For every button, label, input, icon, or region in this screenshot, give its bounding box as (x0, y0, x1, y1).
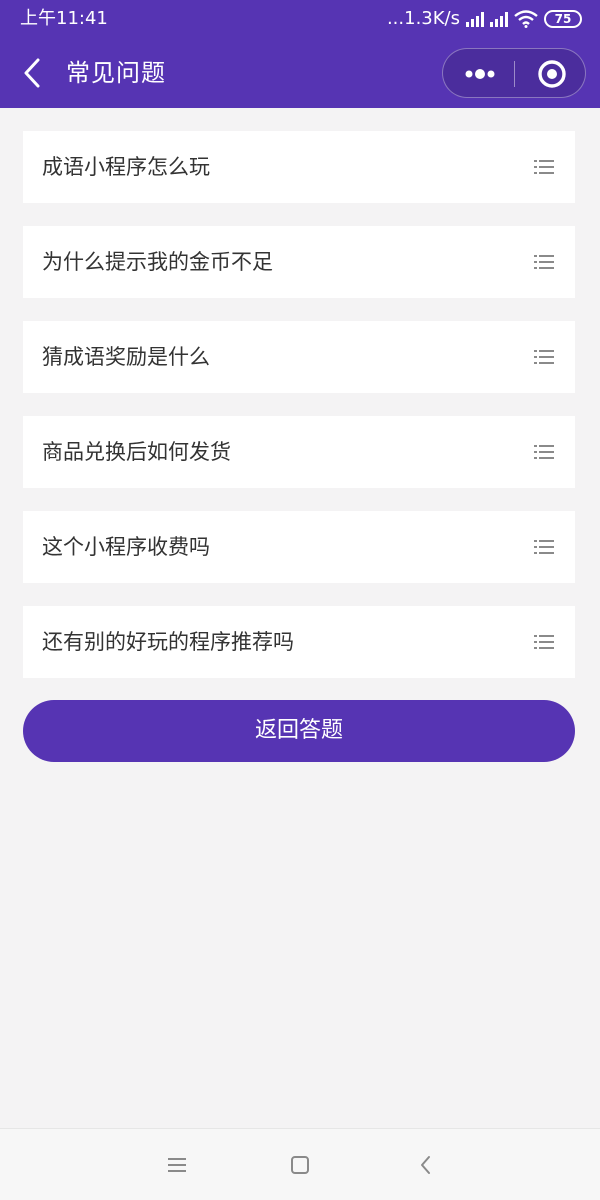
return-to-quiz-button[interactable]: 返回答题 (23, 700, 575, 762)
status-time: 上午11:41 (20, 8, 108, 29)
faq-question: 还有别的好玩的程序推荐吗 (42, 630, 294, 654)
status-bar-right: ...1.3K/s 75 (387, 8, 582, 30)
faq-item[interactable]: 成语小程序怎么玩 (23, 131, 575, 203)
back-icon[interactable] (412, 1151, 440, 1179)
faq-item[interactable]: 这个小程序收费吗 (23, 511, 575, 583)
back-icon[interactable] (18, 56, 48, 90)
faq-item[interactable]: 猜成语奖励是什么 (23, 321, 575, 393)
faq-item[interactable]: 还有别的好玩的程序推荐吗 (23, 606, 575, 678)
faq-question: 猜成语奖励是什么 (42, 345, 210, 369)
system-navigation-bar (0, 1128, 600, 1200)
list-icon (534, 445, 554, 459)
page-title: 常见问题 (66, 59, 166, 87)
faq-question: 成语小程序怎么玩 (42, 155, 210, 179)
mini-program-capsule (442, 48, 586, 98)
list-icon (534, 160, 554, 174)
list-icon (534, 350, 554, 364)
battery-indicator: 75 (544, 10, 582, 28)
list-icon (534, 540, 554, 554)
faq-item[interactable]: 为什么提示我的金币不足 (23, 226, 575, 298)
signal-icon (490, 11, 508, 27)
home-icon[interactable] (286, 1151, 314, 1179)
faq-question: 这个小程序收费吗 (42, 535, 210, 559)
faq-question: 商品兑换后如何发货 (42, 440, 231, 464)
faq-question: 为什么提示我的金币不足 (42, 250, 273, 274)
network-speed: ...1.3K/s (386, 8, 460, 29)
list-icon (534, 255, 554, 269)
wifi-icon (514, 10, 538, 28)
more-dots-icon[interactable] (455, 49, 505, 99)
title-bar: 上午11:41 ...1.3K/s 75 常见问题 (0, 0, 600, 108)
faq-item[interactable]: 商品兑换后如何发货 (23, 416, 575, 488)
menu-icon[interactable] (163, 1151, 191, 1179)
signal-icon (466, 11, 484, 27)
faq-list: 成语小程序怎么玩 为什么提示我的金币不足 猜成语奖励是什么 商品兑换后如何发货 (23, 131, 575, 701)
list-icon (534, 635, 554, 649)
target-icon[interactable] (527, 49, 577, 99)
capsule-divider (514, 61, 515, 87)
